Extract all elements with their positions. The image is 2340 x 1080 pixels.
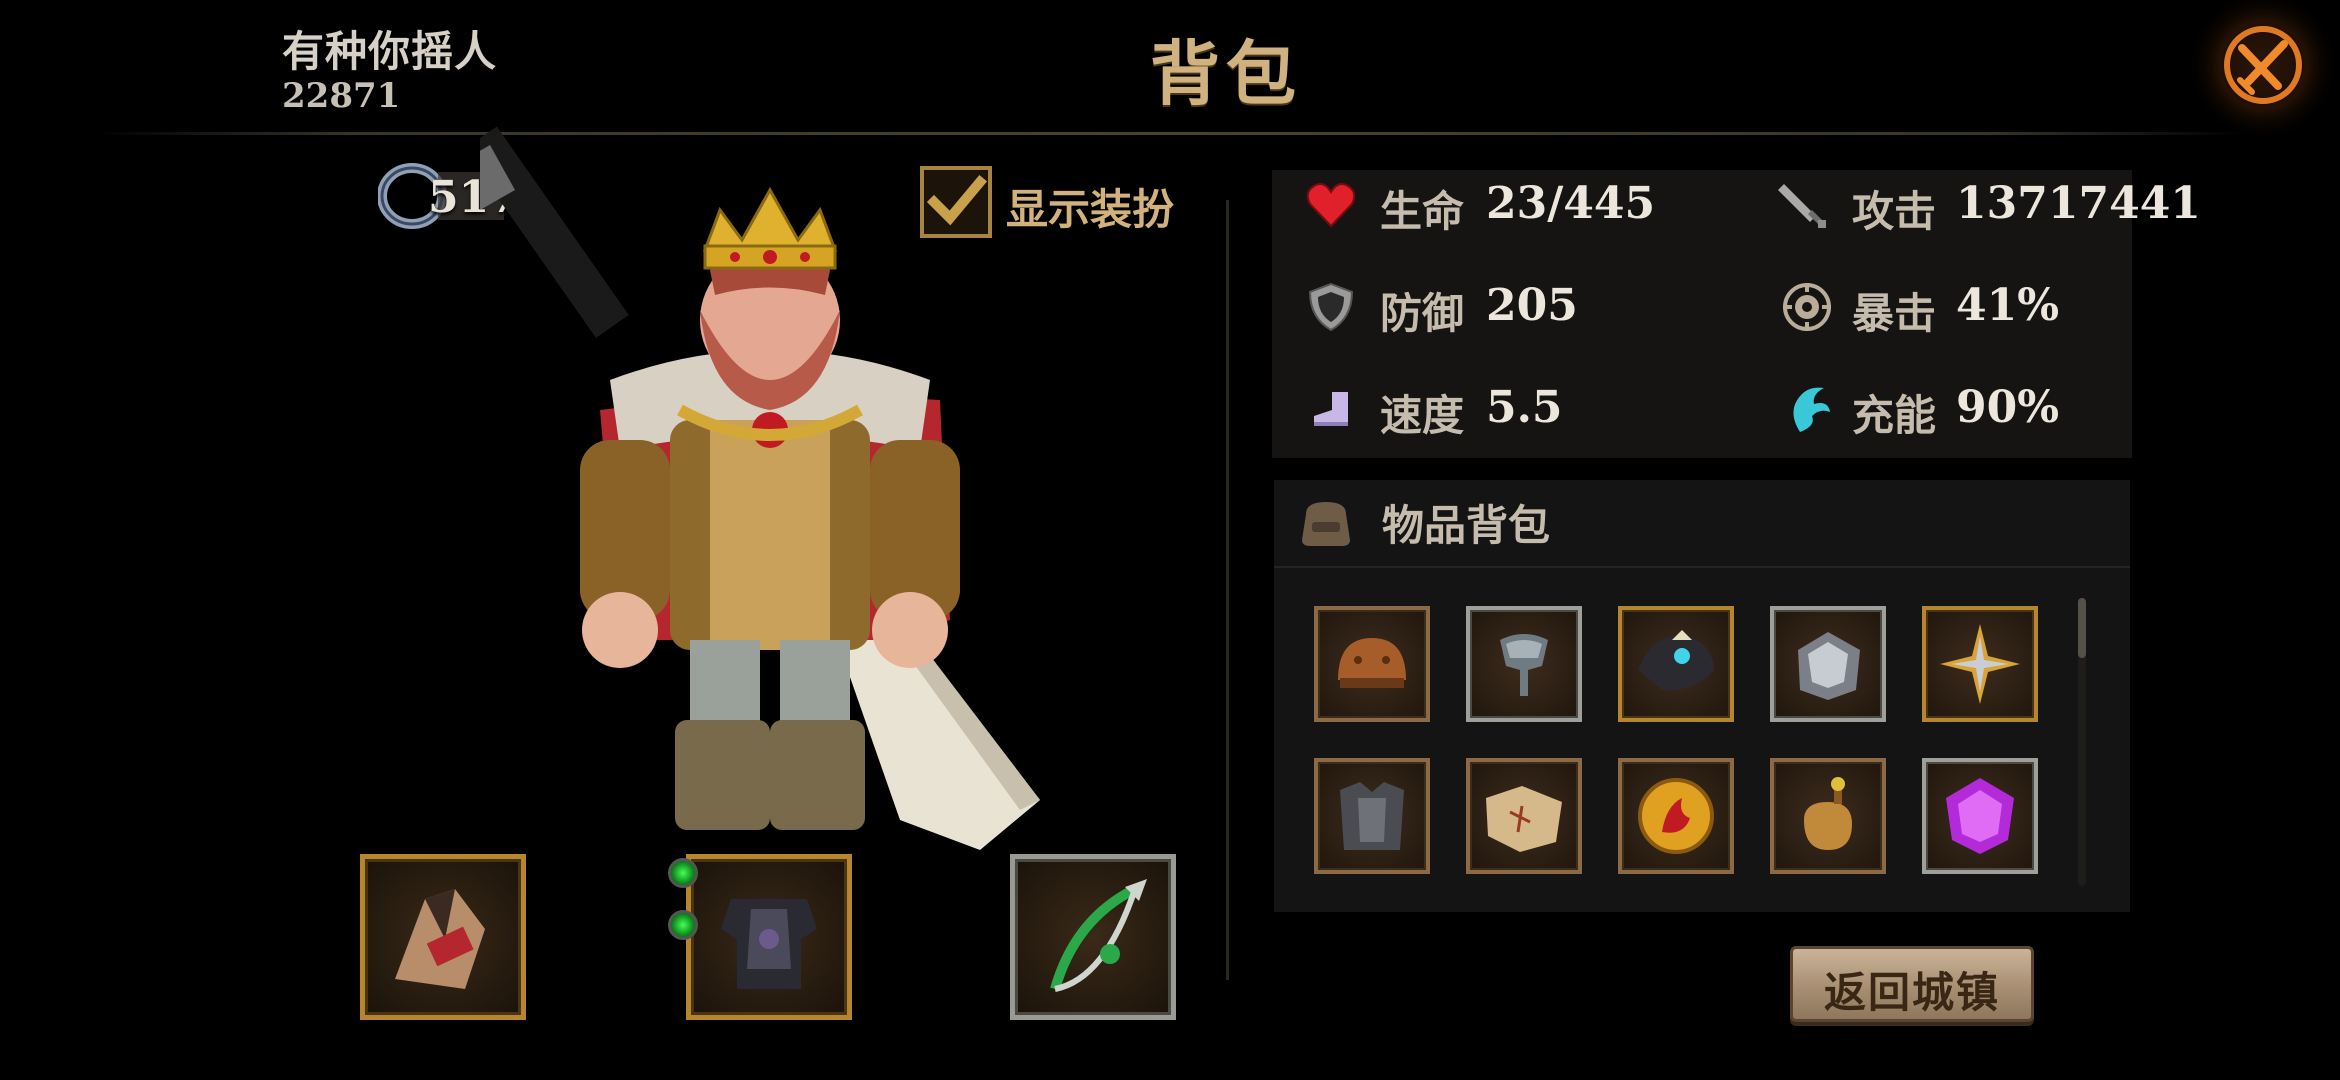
gem-socket-icon — [668, 910, 698, 940]
gem-socket-icon — [668, 858, 698, 888]
player-name: 有种你摇人 — [282, 27, 498, 76]
iron-helmet-icon — [1500, 634, 1548, 696]
potion-bag-icon — [1804, 777, 1852, 850]
dark-armor-icon — [721, 899, 817, 989]
close-button[interactable] — [2218, 20, 2308, 110]
inventory-item[interactable] — [1314, 758, 1430, 874]
attack-value: 13717441 — [1956, 178, 2201, 229]
leather-helmet-icon — [1338, 638, 1406, 688]
hp-label: 生命 — [1380, 187, 1465, 236]
inventory-item[interactable] — [1618, 606, 1734, 722]
inventory-item[interactable] — [1618, 758, 1734, 874]
purple-gem-icon — [1946, 778, 2014, 854]
inventory-item[interactable] — [1922, 758, 2038, 874]
inventory-item[interactable] — [1770, 758, 1886, 874]
inventory-title: 物品背包 — [1382, 501, 1551, 550]
chest-plate-icon — [1340, 782, 1404, 850]
attack-label: 攻击 — [1852, 187, 1937, 236]
fire-coin-icon — [1638, 778, 1714, 854]
charge-value: 90% — [1956, 382, 2060, 433]
inventory-item[interactable] — [1466, 758, 1582, 874]
heart-icon — [1306, 183, 1356, 228]
charge-label: 充能 — [1852, 391, 1937, 440]
inventory-item[interactable] — [1770, 606, 1886, 722]
speed-label: 速度 — [1380, 391, 1465, 440]
return-town-button[interactable]: 返回城镇 — [1790, 946, 2034, 1022]
sword-icon — [1778, 184, 1826, 228]
weapon-icon — [395, 889, 485, 989]
weapon-slot[interactable] — [360, 854, 526, 1020]
serpent-bow-icon — [1050, 879, 1147, 992]
boot-icon — [1314, 392, 1348, 426]
inventory-divider — [1274, 566, 2130, 568]
crit-value: 41% — [1956, 280, 2060, 331]
armor-slot[interactable] — [686, 854, 852, 1020]
shuriken-icon — [1940, 624, 2020, 704]
bag-icon — [1302, 502, 1350, 546]
vertical-divider — [1226, 200, 1229, 980]
player-id: 22871 — [282, 76, 401, 116]
defense-label: 防御 — [1380, 289, 1465, 338]
close-icon — [2224, 26, 2302, 104]
inventory-scrollbar-thumb[interactable] — [2078, 598, 2086, 658]
hp-value: 23/445 — [1486, 178, 1656, 229]
page-title: 背包 — [1150, 32, 1302, 115]
map-scroll-icon — [1486, 786, 1562, 852]
defense-value: 205 — [1486, 280, 1578, 331]
speed-value: 5.5 — [1486, 382, 1563, 433]
inventory-item[interactable] — [1922, 606, 2038, 722]
charge-swirl-icon — [1793, 387, 1830, 432]
steel-armor-icon — [1798, 632, 1860, 700]
accessory-slot[interactable] — [1010, 854, 1176, 1020]
shield-icon — [1308, 282, 1354, 332]
crit-label: 暴击 — [1852, 289, 1937, 338]
crit-target-icon — [1783, 283, 1831, 331]
dark-amulet-icon — [1638, 630, 1714, 691]
character-model — [455, 120, 1220, 880]
return-town-label: 返回城镇 — [1823, 968, 2000, 1017]
inventory-item[interactable] — [1314, 606, 1430, 722]
inventory-item[interactable] — [1466, 606, 1582, 722]
